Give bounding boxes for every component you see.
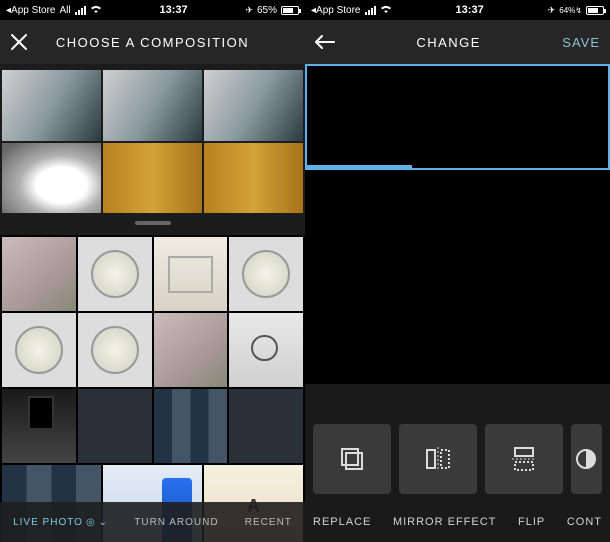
- photo-thumb[interactable]: [2, 313, 76, 387]
- battery-percent: 64%↯: [559, 6, 582, 15]
- composition-tile[interactable]: [2, 143, 101, 214]
- mirror-tool[interactable]: [399, 424, 477, 494]
- status-time: 13:37: [396, 4, 544, 16]
- wifi-icon: [380, 4, 392, 16]
- tool-labels: REPLACE MIRROR EFFECT FLIP CONT: [305, 516, 610, 528]
- breadcrumb-app-store[interactable]: ◂App Store: [6, 5, 56, 16]
- photo-thumb[interactable]: [154, 237, 228, 311]
- photo-thumb[interactable]: [2, 389, 76, 463]
- signal-icon: [75, 6, 86, 15]
- circle-icon: ◎: [86, 517, 96, 528]
- photo-thumb[interactable]: [78, 237, 152, 311]
- wifi-icon: [90, 4, 102, 16]
- collage-slot[interactable]: [305, 276, 610, 382]
- photo-thumb[interactable]: [78, 389, 152, 463]
- composition-tile[interactable]: [103, 70, 202, 141]
- recent-filter[interactable]: RECENT: [245, 517, 292, 528]
- location-icon: ✈: [548, 5, 556, 16]
- photo-thumb[interactable]: [154, 389, 228, 463]
- tool-label-flip: FLIP: [518, 516, 545, 528]
- top-bar: CHOOSE A COMPOSITION: [0, 20, 305, 64]
- photo-thumb[interactable]: [229, 237, 303, 311]
- drawer-handle[interactable]: [135, 221, 171, 225]
- collage-preview: [305, 64, 610, 384]
- flip-tool[interactable]: [485, 424, 563, 494]
- network-label: All: [60, 5, 71, 16]
- collage-slot[interactable]: [305, 170, 610, 276]
- live-photo-filter[interactable]: LIVE PHOTO ◎ ⌄: [13, 517, 108, 528]
- status-bar: ◂App Store 13:37 ✈ 64%↯: [305, 0, 610, 20]
- save-button[interactable]: SAVE: [562, 35, 600, 50]
- tool-label-replace: REPLACE: [313, 516, 371, 528]
- photo-thumb[interactable]: [229, 389, 303, 463]
- turn-around-button[interactable]: TURN AROUND: [134, 517, 218, 528]
- photo-thumb[interactable]: [78, 313, 152, 387]
- signal-icon: [365, 6, 376, 15]
- composition-preview-row: [0, 64, 305, 235]
- back-button[interactable]: [315, 35, 335, 49]
- collage-slot-selected[interactable]: [305, 64, 610, 170]
- composition-tile[interactable]: [204, 143, 303, 214]
- screen-title: CHANGE: [345, 35, 552, 50]
- photo-thumb[interactable]: [229, 313, 303, 387]
- edit-screen: ◂App Store 13:37 ✈ 64%↯ CHANGE SAVE: [305, 0, 610, 542]
- status-time: 13:37: [106, 4, 242, 16]
- tool-label-mirror: MIRROR EFFECT: [393, 516, 496, 528]
- battery-icon: [586, 6, 604, 15]
- replace-tool[interactable]: [313, 424, 391, 494]
- composition-tile[interactable]: [103, 143, 202, 214]
- tool-row: [305, 424, 610, 494]
- location-icon: ✈: [245, 5, 253, 16]
- top-bar: CHANGE SAVE: [305, 20, 610, 64]
- composition-tile[interactable]: [204, 70, 303, 141]
- screen-title: CHOOSE A COMPOSITION: [38, 35, 267, 50]
- close-button[interactable]: [10, 33, 28, 51]
- battery-icon: [281, 6, 299, 15]
- progress-indicator: [307, 165, 412, 168]
- bottom-filter-bar: LIVE PHOTO ◎ ⌄ TURN AROUND RECENT: [0, 502, 305, 542]
- contrast-tool[interactable]: [571, 424, 602, 494]
- chevron-down-icon: ⌄: [99, 517, 108, 528]
- photo-thumb[interactable]: [2, 237, 76, 311]
- battery-percent: 65%: [257, 5, 277, 16]
- composition-tile[interactable]: [2, 70, 101, 141]
- photo-grid: [0, 235, 305, 462]
- breadcrumb-app-store[interactable]: ◂App Store: [311, 5, 361, 16]
- photo-thumb[interactable]: [154, 313, 228, 387]
- tool-label-contrast: CONT: [567, 516, 602, 528]
- status-bar: ◂App Store All 13:37 ✈ 65%: [0, 0, 305, 20]
- compose-screen: ◂App Store All 13:37 ✈ 65% CHOOSE A COMP…: [0, 0, 305, 542]
